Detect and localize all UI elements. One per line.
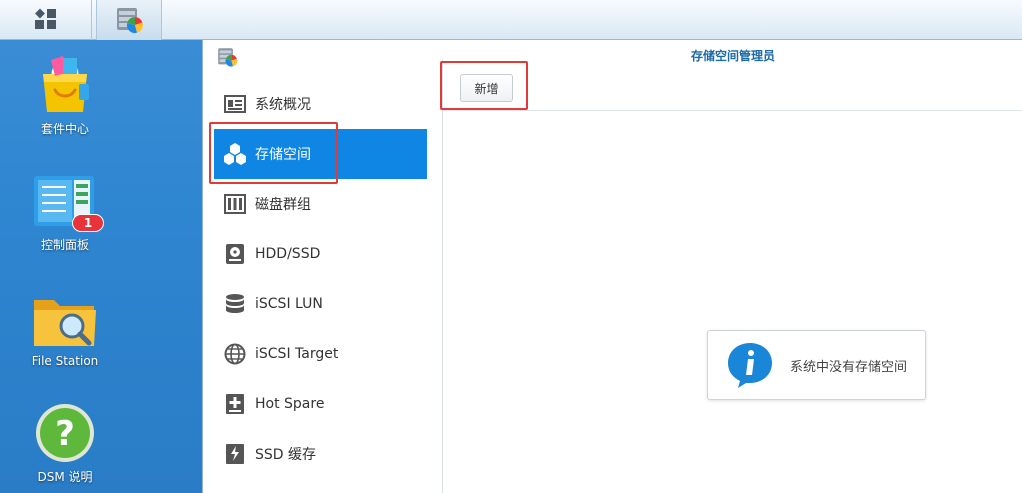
taskbar [0,0,1022,40]
sidebar-item-label: Hot Spare [255,396,325,412]
sidebar-item-label: iSCSI Target [255,346,339,362]
main-menu-button[interactable] [0,0,92,40]
sidebar-item-hdd-ssd[interactable]: HDD/SSD [214,229,427,279]
sidebar-item-iscsi-target[interactable]: iSCSI Target [214,329,427,379]
svg-text:?: ? [55,414,75,454]
desktop-icon-package-center[interactable]: 套件中心 [18,52,112,137]
desktop-icon-label: DSM 说明 [37,470,93,484]
sidebar-item-label: iSCSI LUN [255,296,323,312]
toolbar: 新增 [443,60,1022,111]
package-center-icon [43,56,89,112]
desktop-icon-label: 套件中心 [40,122,89,136]
help-question-icon: ? [36,404,94,462]
storage-cubes-icon [223,142,247,166]
storage-manager-window: 存储空间管理员 系统概况 存储空间 磁盘群组 HDD/SSD iSCSI LUN… [202,40,1022,493]
hdd-icon [223,242,247,266]
sidebar-item-hot-spare[interactable]: Hot Spare [214,379,427,429]
desktop-icon-control-panel[interactable]: 1 控制面板 [18,172,112,253]
taskbar-storage-manager[interactable] [96,0,162,40]
sidebar-item-label: 存储空间 [255,147,311,163]
empty-state-text: 系统中没有存储空间 [790,359,908,375]
sidebar-item-label: SSD 缓存 [255,447,317,463]
storage-manager-icon [117,8,143,34]
sidebar-item-label: 系统概况 [255,97,311,113]
desktop-icon-dsm-help[interactable]: ? DSM 说明 [18,402,112,485]
sidebar: 系统概况 存储空间 磁盘群组 HDD/SSD iSCSI LUN iSCSI T… [203,71,442,493]
info-icon [728,343,772,388]
sidebar-item-disk-group[interactable]: 磁盘群组 [214,179,427,229]
sidebar-item-label: 磁盘群组 [255,197,311,213]
empty-state-message: 系统中没有存储空间 [707,330,926,400]
desktop-icon-label: File Station [31,354,99,368]
sidebar-item-iscsi-lun[interactable]: iSCSI LUN [214,279,427,329]
overview-icon [223,92,247,116]
globe-icon [223,342,247,366]
desktop-icon-file-station[interactable]: File Station [18,292,112,368]
hot-spare-icon [223,392,247,416]
control-panel-icon-wrap: 1 [32,172,104,232]
storage-manager-icon [218,48,238,67]
window-app-icon [215,46,239,72]
notification-badge: 1 [72,214,104,232]
sidebar-item-overview[interactable]: 系统概况 [214,79,427,129]
ssd-cache-icon [223,442,247,466]
sidebar-item-ssd-cache[interactable]: SSD 缓存 [214,429,427,479]
add-button[interactable]: 新增 [460,74,513,102]
desktop-icon-label: 控制面板 [40,238,89,252]
file-station-icon [34,300,96,346]
main-menu-icon [34,8,56,29]
disk-group-icon [223,192,247,216]
database-icon [223,292,247,316]
sidebar-divider [442,60,443,493]
sidebar-item-storage[interactable]: 存储空间 [214,129,427,179]
sidebar-item-label: HDD/SSD [255,246,321,262]
